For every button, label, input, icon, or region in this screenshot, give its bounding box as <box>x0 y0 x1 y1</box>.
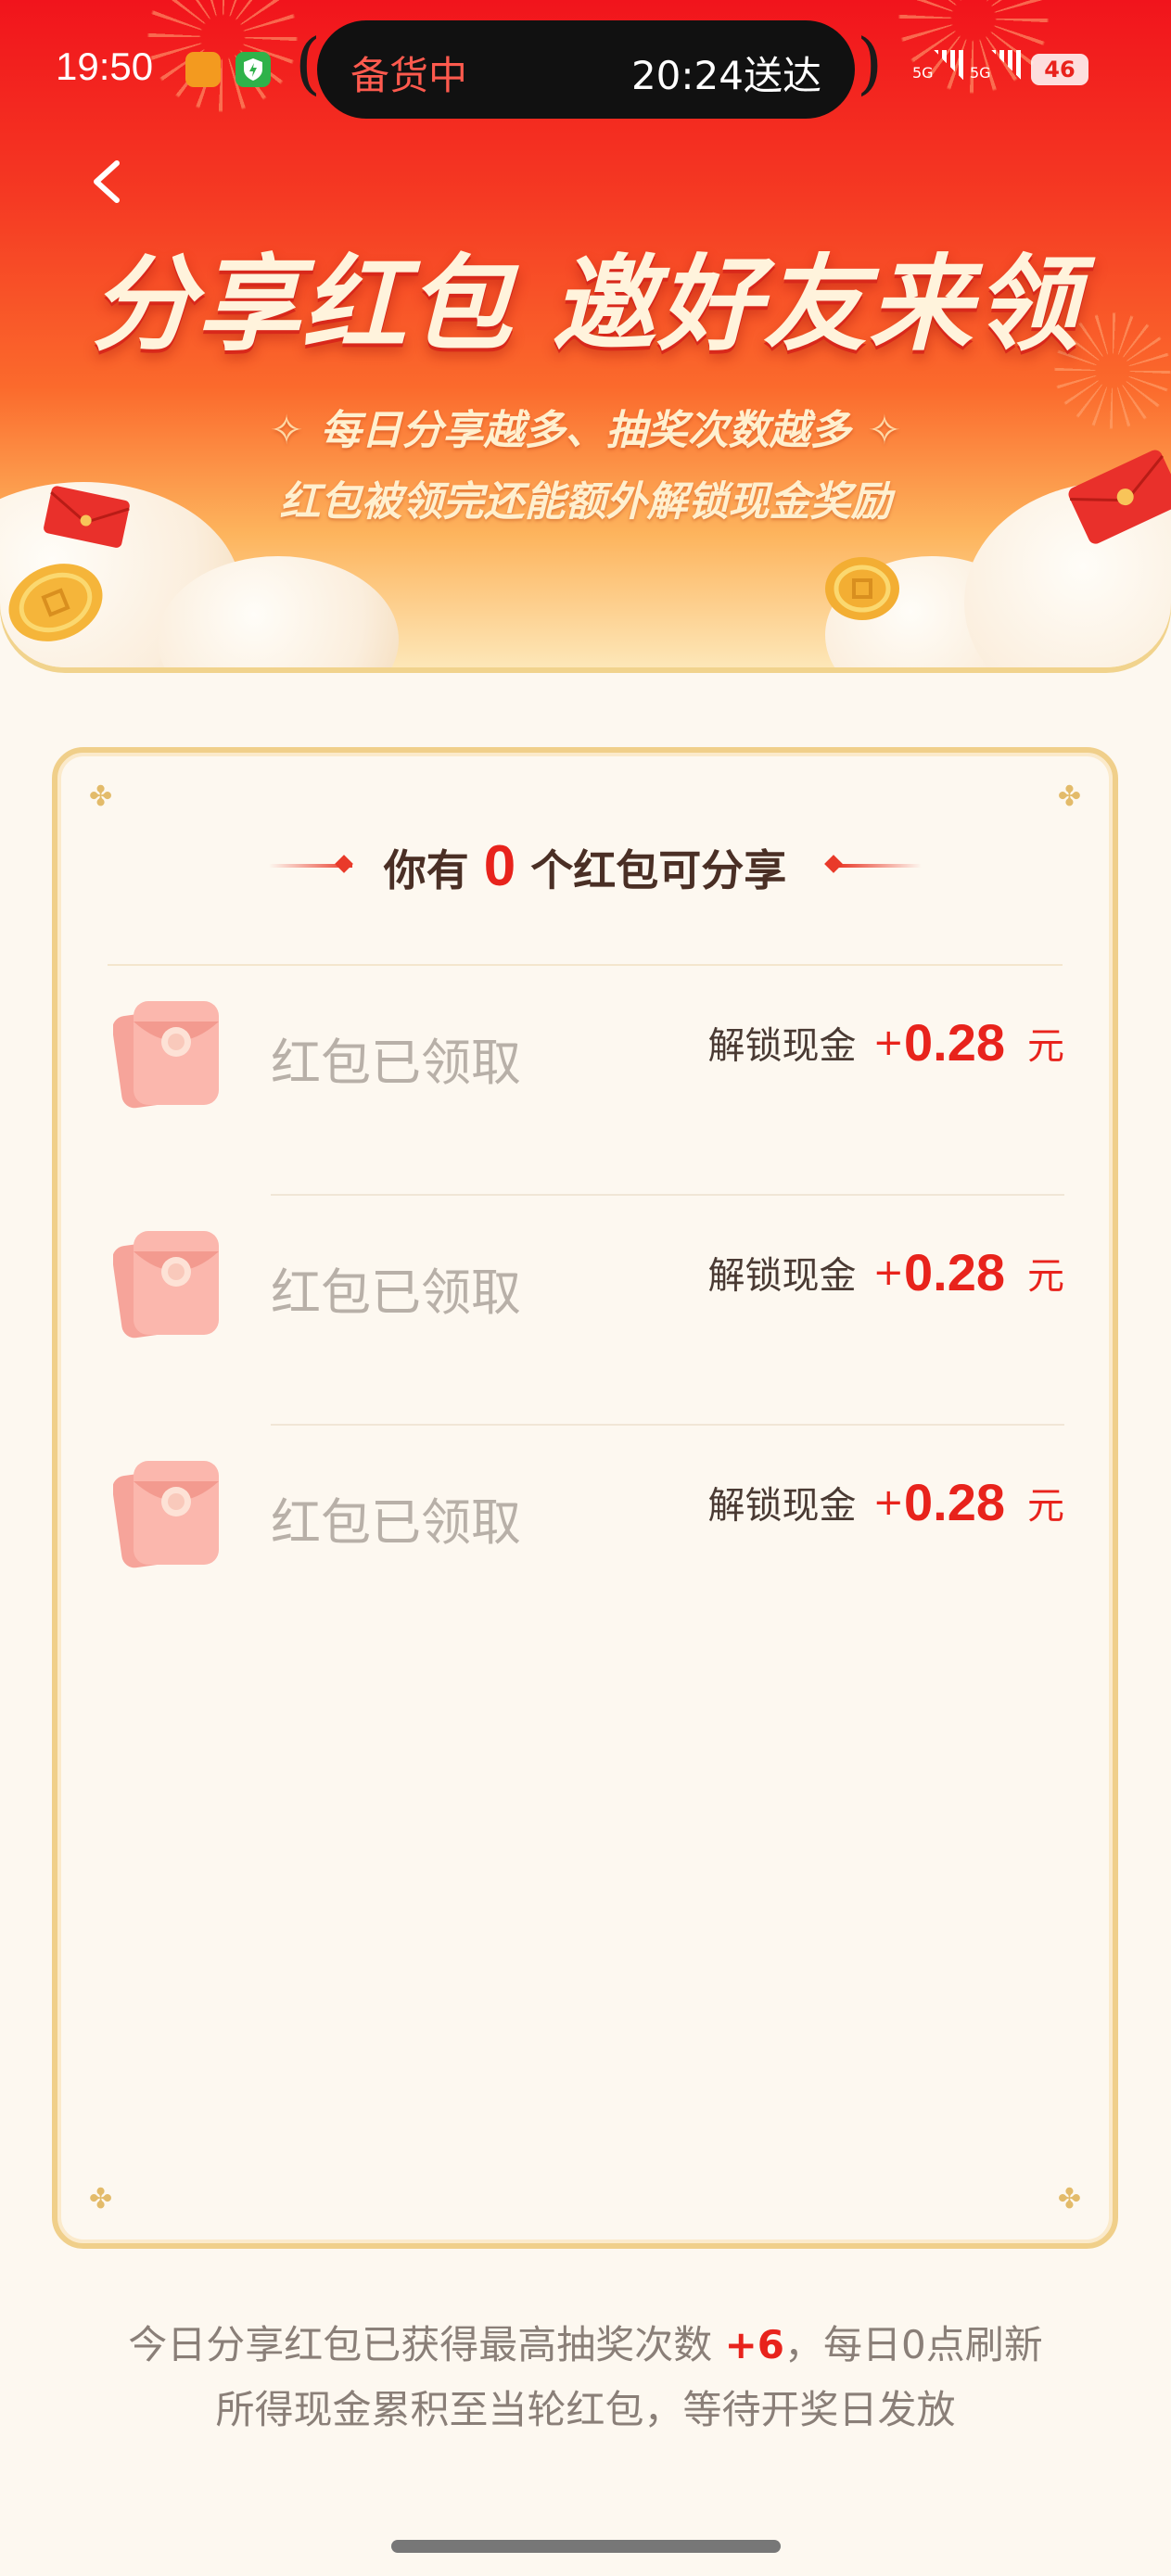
island-bracket-right: ) <box>857 24 884 102</box>
reward-plus: + <box>872 1021 904 1064</box>
footer-note-line1: 今日分享红包已获得最高抽奖次数 +6，每日0点刷新 <box>0 2314 1171 2370</box>
card-header: 你有 0 个红包可分享 <box>57 834 1113 899</box>
share-count-text: 你有 0 个红包可分享 <box>384 834 786 903</box>
reward-plus: + <box>872 1480 904 1524</box>
list-item[interactable]: 红包已领取 解锁现金 +0.28 元 <box>57 966 1113 1196</box>
header-line-right <box>838 864 922 868</box>
footer-text: ，每日0点刷新 <box>784 2322 1043 2367</box>
share-card: ✤ ✤ ✤ ✤ 你有 0 个红包可分享 红包已领取 解锁现金 +0.28 元 红… <box>52 747 1118 2249</box>
cash-reward: 解锁现金 +0.28 元 <box>707 1242 1064 1316</box>
red-envelope-icon <box>113 1001 219 1109</box>
reward-unit: 元 <box>1027 1484 1064 1528</box>
draw-count-highlight: +6 <box>724 2322 785 2367</box>
signal-icon: 5G <box>912 50 965 82</box>
footer-text: 今日分享红包已获得最高抽奖次数 <box>128 2322 713 2367</box>
reward-amount: 0.28 <box>904 1473 1005 1531</box>
red-envelope-icon <box>113 1461 219 1568</box>
reward-plus: + <box>872 1250 904 1294</box>
list-item[interactable]: 红包已领取 解锁现金 +0.28 元 <box>57 1196 1113 1426</box>
hero-subtitle-text: 每日分享越多、抽奖次数越多 <box>320 407 851 454</box>
sparkle-icon: ✧ <box>269 407 304 454</box>
signal-label: 5G <box>912 64 934 82</box>
envelope-status: 红包已领取 <box>271 1493 521 1552</box>
reward-label: 解锁现金 <box>707 1254 857 1298</box>
status-bar: 19:50 ( 备货中 20:24送达 ) 5G 5G 46 <box>0 0 1171 139</box>
signal-label: 5G <box>970 64 991 82</box>
sparkle-icon: ✧ <box>867 407 902 454</box>
footer-note-line2: 所得现金累积至当轮红包，等待开奖日发放 <box>215 2387 956 2432</box>
island-delivery-time: 20:24送达 <box>630 53 821 98</box>
share-count-suffix: 个红包可分享 <box>530 845 787 895</box>
battery-level: 46 <box>1044 57 1076 82</box>
shield-icon <box>235 52 271 87</box>
corner-ornament-icon: ✤ <box>1057 2183 1081 2215</box>
home-indicator[interactable] <box>391 2540 781 2553</box>
reward-unit: 元 <box>1027 1254 1064 1298</box>
reward-amount: 0.28 <box>904 1013 1005 1072</box>
share-count-value: 0 <box>483 834 516 898</box>
corner-ornament-icon: ✤ <box>89 780 113 813</box>
reward-label: 解锁现金 <box>707 1024 857 1068</box>
status-time: 19:50 <box>56 44 154 88</box>
reward-label: 解锁现金 <box>707 1484 857 1528</box>
envelope-status: 红包已领取 <box>271 1034 521 1092</box>
list-item[interactable]: 红包已领取 解锁现金 +0.28 元 <box>57 1426 1113 1656</box>
coin-decoration <box>8 564 103 641</box>
cash-reward: 解锁现金 +0.28 元 <box>707 1472 1064 1546</box>
header-diamond-icon <box>335 855 353 873</box>
signal-icon: 5G <box>970 50 1023 82</box>
share-count-prefix: 你有 <box>383 845 469 895</box>
corner-ornament-icon: ✤ <box>89 2183 113 2215</box>
back-button[interactable] <box>83 156 130 208</box>
red-envelope-icon <box>113 1231 219 1339</box>
page-title: 分享红包 邀好友来领 <box>91 245 1080 365</box>
envelope-status: 红包已领取 <box>271 1263 521 1322</box>
corner-ornament-icon: ✤ <box>1057 780 1081 813</box>
dynamic-island[interactable]: 备货中 20:24送达 <box>317 20 855 119</box>
coin-decoration <box>825 557 899 620</box>
hero-banner: 19:50 ( 备货中 20:24送达 ) 5G 5G 46 分享红包 邀好友来… <box>0 0 1171 667</box>
cash-reward: 解锁现金 +0.28 元 <box>707 1012 1064 1086</box>
chevron-left-icon <box>94 160 120 203</box>
battery-icon: 46 <box>1031 54 1088 85</box>
reward-unit: 元 <box>1027 1024 1064 1068</box>
hero-subtitle-line1: ✧ 每日分享越多、抽奖次数越多 ✧ <box>0 397 1171 456</box>
reward-amount: 0.28 <box>904 1243 1005 1301</box>
island-status-text: 备货中 <box>350 53 468 98</box>
hero-subtitle-line2: 红包被领完还能额外解锁现金奖励 <box>279 478 892 526</box>
app-notification-icon <box>185 52 221 87</box>
